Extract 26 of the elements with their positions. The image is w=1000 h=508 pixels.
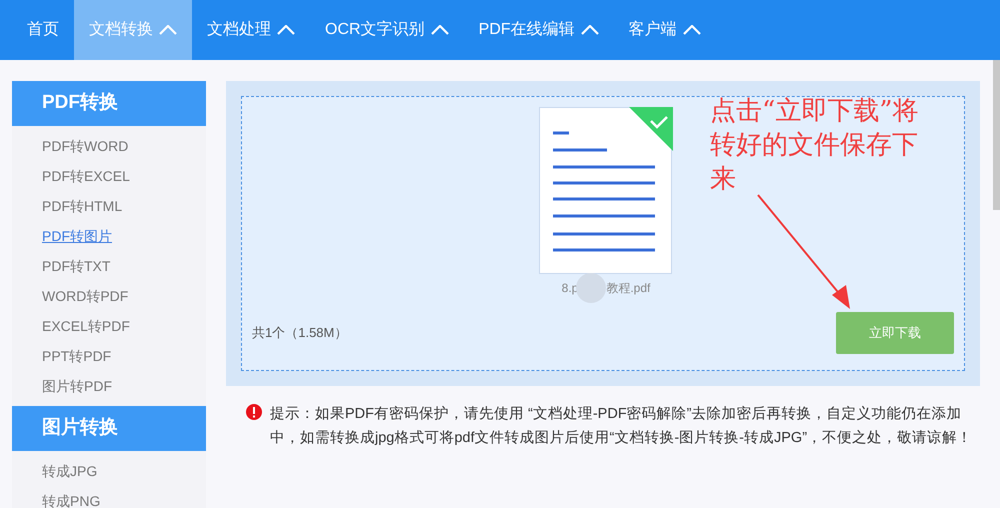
sidebar-link[interactable]: 转成JPG [42,456,98,486]
sidebar-link[interactable]: PDF转HTML [42,191,122,221]
sidebar-heading: PDF转换 [12,81,206,126]
file-name: 教程.pdf [606,280,650,297]
sidebar-heading: 图片转换 [12,406,206,451]
nav-tab[interactable]: 首页 [12,0,74,60]
nav-tab[interactable]: 文档处理 [192,0,310,60]
download-button[interactable]: 立即下载 [836,312,954,354]
sidebar-link[interactable]: 图片转PDF [42,371,112,401]
sidebar-link[interactable]: EXCEL转PDF [42,311,130,341]
annotation-text: 点击“立即下载”将转好的文件保存下来 [710,95,920,196]
scrollbar[interactable] [993,60,1000,210]
file-summary: 共1个（1.58M） [252,324,348,342]
nav-tab[interactable]: 客户端 [614,0,716,60]
nav-tab[interactable]: OCR文字识别 [310,0,464,60]
sidebar-link[interactable]: 转成PNG [42,486,100,508]
sidebar-link[interactable]: PDF转WORD [42,131,128,161]
warning-icon [246,404,262,420]
nav-tab[interactable]: PDF在线编辑 [464,0,614,60]
notice-text: 提示：如果PDF有密码保护，请先使用 “文档处理-PDF密码解除”去除加密后再转换，自定义功能仍在添加中，如需转换成jpg格式可将pdf文件转成图片后使用“文档转换-图片转换-转成JPG”，不便之处，敬请谅解！ [270,404,974,448]
sidebar-link[interactable]: PPT转PDF [42,341,112,371]
sidebar-link[interactable]: WORD转PDF [42,281,128,311]
sidebar-link[interactable]: PDF转EXCEL [42,161,130,191]
sidebar-link[interactable]: PDF转图片 [42,221,112,251]
sidebar-link[interactable]: PDF转TXT [42,251,110,281]
nav-tab[interactable]: 文档转换 [74,0,192,60]
